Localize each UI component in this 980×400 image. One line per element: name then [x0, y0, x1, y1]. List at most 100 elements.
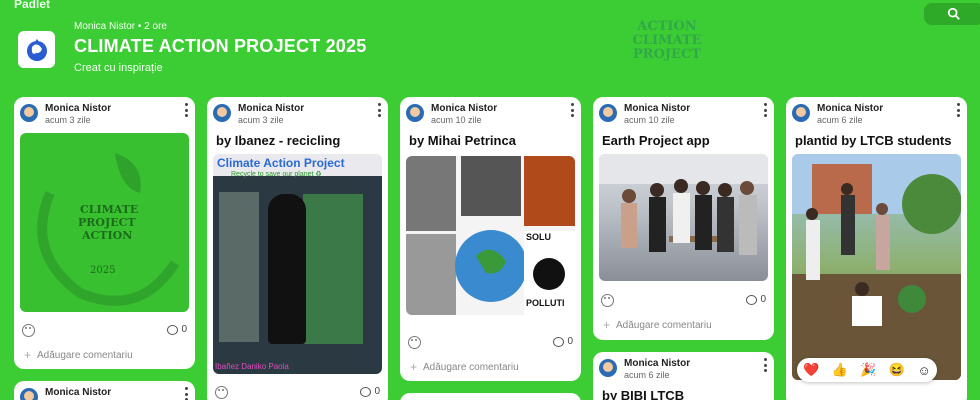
post-header: Monica Nistor acum 6 zile [786, 97, 967, 127]
party-reaction-icon[interactable]: 🎉 [860, 362, 876, 378]
post-image[interactable]: CLIMATE PROJECT ACTION 2025 [20, 133, 189, 312]
post-author: Monica Nistor [624, 358, 691, 369]
image-caption: Climate Action Project [217, 156, 345, 170]
comment-count[interactable]: 0 [167, 324, 187, 335]
person-figure [268, 194, 306, 344]
wordcloud-word: CLIMATE [632, 33, 702, 48]
recycling-machine [219, 192, 259, 342]
collage-text: POLLUTI [526, 298, 565, 308]
students-photo [599, 154, 768, 255]
more-options-icon[interactable] [955, 103, 961, 117]
wordcloud-word: PROJECT [633, 47, 701, 62]
search-icon [947, 7, 960, 20]
post-header: Monica Nistor acum 10 zile [400, 97, 581, 127]
post-time: acum 3 zile [238, 115, 284, 125]
post-card[interactable]: Monica Nistor acum 3 zile by Ibanez - re… [207, 97, 388, 400]
more-options-icon[interactable] [569, 103, 575, 117]
wordcloud-word: CLIMATE [80, 203, 138, 216]
add-comment-button[interactable]: + Adăugare comentariu [410, 360, 519, 374]
avatar [792, 104, 810, 122]
add-comment-label: Adăugare comentariu [423, 361, 519, 373]
heart-reaction-icon[interactable]: ❤️ [803, 362, 819, 378]
collage-text: SOLU [526, 232, 551, 242]
avatar [599, 104, 617, 122]
avatar [213, 104, 231, 122]
post-title: by Ibanez - recicling [216, 133, 341, 148]
comment-count[interactable]: 0 [746, 294, 766, 305]
post-time: acum 3 zile [45, 115, 91, 125]
post-time: acum 10 zile [624, 115, 675, 125]
post-card[interactable]: Monica Nistor acum 6 zile plantid by LTC… [786, 97, 967, 400]
add-reaction-icon[interactable] [601, 294, 614, 307]
more-options-icon[interactable] [183, 387, 189, 400]
comment-icon [167, 324, 179, 335]
post-image[interactable] [792, 154, 961, 380]
wordcloud-word: ACTION [81, 229, 132, 242]
pollution-collage-image: SOLU POLLUTI [406, 156, 575, 315]
reaction-row: 0 [207, 386, 388, 400]
app-brand[interactable]: Padlet [14, 0, 50, 11]
post-title: by BIBI LTCB [602, 388, 685, 400]
board-subtitle: Creat cu inspirație [74, 62, 163, 74]
search-button[interactable] [924, 3, 980, 25]
comment-count[interactable]: 0 [553, 336, 573, 347]
post-card[interactable]: Monica Nistor acum 3 zile CLIMATE PROJEC… [14, 97, 195, 369]
post-author: Monica Nistor [45, 387, 112, 398]
earth-icon [26, 38, 47, 61]
post-author: Monica Nistor [624, 103, 691, 114]
post-card[interactable]: Monica Nistor acum 10 zile by Mihai Petr… [400, 97, 581, 381]
comment-count[interactable]: 0 [360, 386, 380, 397]
reaction-row: 0 [14, 324, 195, 340]
more-options-icon[interactable] [762, 103, 768, 117]
reaction-picker: ❤️ 👍 🎉 😆 ☺ [797, 358, 937, 382]
post-image[interactable] [599, 154, 768, 281]
laugh-reaction-icon[interactable]: 😆 [889, 362, 905, 378]
more-options-icon[interactable] [183, 103, 189, 117]
post-author: Monica Nistor [45, 103, 112, 114]
add-reaction-icon[interactable] [215, 386, 228, 399]
plus-icon: + [410, 360, 418, 374]
comment-icon [360, 386, 372, 397]
background-wordcloud: ACTION CLIMATE PROJECT [622, 20, 712, 96]
post-header: Monica Nistor acum 3 zile [14, 97, 195, 127]
comment-icon [746, 294, 758, 305]
plus-icon: + [603, 318, 611, 332]
avatar [20, 104, 38, 122]
add-reaction-icon[interactable]: ☺ [918, 363, 931, 378]
comment-count-value: 0 [374, 386, 380, 397]
post-header: Monica Nistor acum 10 zile [593, 97, 774, 127]
wordcloud-word: ACTION [637, 19, 697, 34]
wordcloud-logo-image: CLIMATE PROJECT ACTION 2025 [37, 153, 180, 306]
board-logo[interactable] [18, 31, 55, 68]
gardening-photo [792, 154, 961, 380]
plus-icon: + [24, 348, 32, 362]
post-card[interactable] [400, 393, 581, 400]
avatar [599, 359, 617, 377]
post-time: acum 6 zile [624, 370, 670, 380]
wordcloud-word: 2025 [90, 265, 115, 276]
more-options-icon[interactable] [762, 358, 768, 372]
post-image[interactable]: SOLU POLLUTI [406, 156, 575, 315]
add-reaction-icon[interactable] [408, 336, 421, 349]
post-card[interactable]: Monica Nistor acum 10 zile Earth Project… [593, 97, 774, 340]
post-author: Monica Nistor [817, 103, 884, 114]
post-author: Monica Nistor [431, 103, 498, 114]
add-comment-button[interactable]: + Adăugare comentariu [603, 318, 712, 332]
comment-icon [553, 336, 565, 347]
post-title: plantid by LTCB students [795, 133, 952, 148]
avatar [20, 388, 38, 400]
thumbs-up-reaction-icon[interactable]: 👍 [832, 362, 848, 378]
add-reaction-icon[interactable] [22, 324, 35, 337]
board-meta: Monica Nistor • 2 ore [74, 21, 167, 32]
post-author: Monica Nistor [238, 103, 305, 114]
comment-count-value: 0 [567, 336, 573, 347]
post-title: by Mihai Petrinca [409, 133, 516, 148]
recycling-machine [303, 194, 363, 344]
post-card[interactable]: Monica Nistor acum 6 zile by BIBI LTCB [593, 352, 774, 400]
image-caption: Ibañez Daniko Paola [215, 362, 289, 371]
more-options-icon[interactable] [376, 103, 382, 117]
post-card[interactable]: Monica Nistor [14, 381, 195, 400]
add-comment-button[interactable]: + Adăugare comentariu [24, 348, 133, 362]
post-image[interactable]: Climate Action Project Recycle to save o… [213, 154, 382, 374]
post-time: acum 6 zile [817, 115, 863, 125]
